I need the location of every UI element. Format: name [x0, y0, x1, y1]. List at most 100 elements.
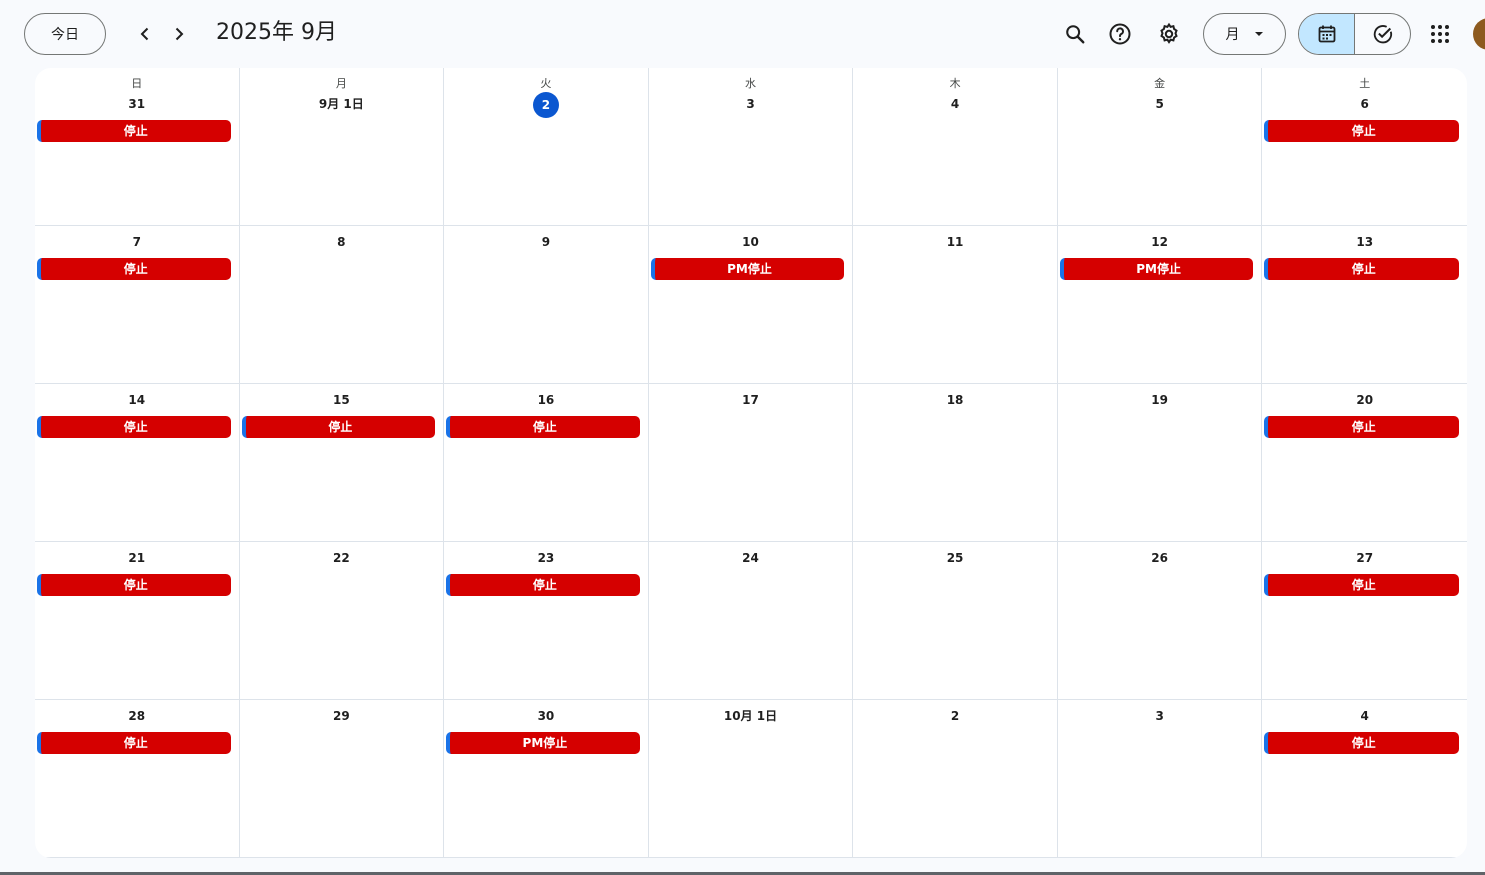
- date-number[interactable]: 3: [649, 96, 853, 112]
- event-chip[interactable]: 停止: [1264, 732, 1459, 754]
- day-cell[interactable]: 23 停止: [444, 542, 649, 700]
- date-number[interactable]: 12: [1058, 234, 1262, 250]
- date-number[interactable]: 4: [1262, 708, 1467, 724]
- event-chip[interactable]: 停止: [1264, 574, 1459, 596]
- date-number[interactable]: 20: [1262, 392, 1467, 408]
- day-cell[interactable]: 26: [1057, 542, 1263, 700]
- day-cell[interactable]: 2: [853, 700, 1058, 858]
- search-button[interactable]: [1057, 16, 1093, 52]
- day-cell[interactable]: 17: [648, 384, 854, 542]
- day-cell[interactable]: 3: [1057, 700, 1263, 858]
- event-chip[interactable]: 停止: [1264, 120, 1459, 142]
- event-chip[interactable]: PM停止: [650, 258, 845, 280]
- date-number[interactable]: 8: [240, 234, 444, 250]
- day-cell[interactable]: 9: [444, 226, 649, 384]
- event-chip[interactable]: 停止: [241, 416, 436, 438]
- apps-button[interactable]: [1422, 16, 1458, 52]
- avatar[interactable]: [1473, 18, 1485, 50]
- day-cell[interactable]: 7 停止: [35, 226, 240, 384]
- day-cell[interactable]: 30 PM停止: [444, 700, 649, 858]
- date-number[interactable]: 6: [1262, 96, 1467, 112]
- view-selector[interactable]: 月: [1203, 13, 1286, 55]
- date-number[interactable]: 16: [444, 392, 648, 408]
- calendar-mode-button[interactable]: [1299, 14, 1355, 54]
- previous-month-button[interactable]: [128, 17, 162, 51]
- day-cell[interactable]: 8: [239, 226, 445, 384]
- date-number[interactable]: 11: [853, 234, 1057, 250]
- day-cell[interactable]: 日 31 停止: [35, 68, 240, 226]
- date-number[interactable]: 7: [35, 234, 239, 250]
- date-number[interactable]: 21: [35, 550, 239, 566]
- date-number[interactable]: 3: [1058, 708, 1262, 724]
- date-number[interactable]: 30: [444, 708, 648, 724]
- day-cell[interactable]: 水3: [648, 68, 854, 226]
- today-button[interactable]: 今日: [24, 13, 106, 55]
- day-cell[interactable]: 25: [853, 542, 1058, 700]
- help-button[interactable]: [1102, 16, 1138, 52]
- event-chip[interactable]: 停止: [37, 120, 231, 142]
- event-chip[interactable]: 停止: [37, 258, 231, 280]
- event-chip[interactable]: 停止: [1264, 258, 1459, 280]
- event-chip[interactable]: 停止: [1264, 416, 1459, 438]
- date-number[interactable]: 31: [35, 96, 239, 112]
- day-cell[interactable]: 木4: [853, 68, 1058, 226]
- day-cell[interactable]: 27 停止: [1262, 542, 1467, 700]
- date-number[interactable]: 10: [649, 234, 853, 250]
- date-number[interactable]: 23: [444, 550, 648, 566]
- day-cell[interactable]: 21 停止: [35, 542, 240, 700]
- day-cell[interactable]: 10 PM停止: [648, 226, 854, 384]
- date-number[interactable]: 28: [35, 708, 239, 724]
- date-number[interactable]: 2: [853, 708, 1057, 724]
- day-cell[interactable]: 12 PM停止: [1057, 226, 1263, 384]
- search-icon: [1066, 25, 1085, 44]
- day-cell[interactable]: 13 停止: [1262, 226, 1467, 384]
- settings-button[interactable]: [1151, 16, 1187, 52]
- day-cell[interactable]: 14 停止: [35, 384, 240, 542]
- event-chip[interactable]: PM停止: [1059, 258, 1254, 280]
- day-cell[interactable]: 18: [853, 384, 1058, 542]
- day-cell[interactable]: 28 停止: [35, 700, 240, 858]
- date-number[interactable]: 25: [853, 550, 1057, 566]
- date-number[interactable]: 17: [649, 392, 853, 408]
- date-number[interactable]: 9月 1日: [240, 96, 444, 112]
- day-cell[interactable]: 月 9月 1日: [239, 68, 445, 226]
- day-cell[interactable]: 10月 1日: [648, 700, 854, 858]
- date-number[interactable]: 18: [853, 392, 1057, 408]
- period-title: 2025年 9月: [216, 20, 337, 45]
- date-number-text: 4: [1360, 709, 1369, 723]
- next-month-button[interactable]: [162, 17, 196, 51]
- event-chip[interactable]: 停止: [37, 732, 231, 754]
- date-number[interactable]: 24: [649, 550, 853, 566]
- date-number[interactable]: 19: [1058, 392, 1262, 408]
- event-chip[interactable]: 停止: [37, 416, 231, 438]
- event-chip[interactable]: 停止: [446, 416, 640, 438]
- date-number[interactable]: 26: [1058, 550, 1262, 566]
- event-chip[interactable]: 停止: [446, 574, 640, 596]
- date-number[interactable]: 5: [1058, 96, 1262, 112]
- today-date-number[interactable]: 2: [444, 92, 648, 118]
- date-number[interactable]: 14: [35, 392, 239, 408]
- day-cell[interactable]: 土 6 停止: [1262, 68, 1467, 226]
- day-cell[interactable]: 24: [648, 542, 854, 700]
- date-number[interactable]: 13: [1262, 234, 1467, 250]
- day-cell[interactable]: 29: [239, 700, 445, 858]
- day-cell[interactable]: 金5: [1057, 68, 1263, 226]
- date-number[interactable]: 22: [240, 550, 444, 566]
- date-number[interactable]: 29: [240, 708, 444, 724]
- date-number[interactable]: 9: [444, 234, 648, 250]
- date-number[interactable]: 10月 1日: [649, 708, 853, 724]
- day-cell[interactable]: 15 停止: [239, 384, 445, 542]
- event-chip[interactable]: PM停止: [446, 732, 640, 754]
- day-cell[interactable]: 20 停止: [1262, 384, 1467, 542]
- tasks-mode-button[interactable]: [1355, 14, 1410, 54]
- date-number[interactable]: 27: [1262, 550, 1467, 566]
- day-cell[interactable]: 16 停止: [444, 384, 649, 542]
- day-cell[interactable]: 11: [853, 226, 1058, 384]
- day-cell[interactable]: 22: [239, 542, 445, 700]
- date-number[interactable]: 4: [853, 96, 1057, 112]
- day-cell[interactable]: 4 停止: [1262, 700, 1467, 858]
- event-chip[interactable]: 停止: [37, 574, 231, 596]
- day-cell[interactable]: 19: [1057, 384, 1263, 542]
- day-cell[interactable]: 火2: [444, 68, 649, 226]
- date-number[interactable]: 15: [240, 392, 444, 408]
